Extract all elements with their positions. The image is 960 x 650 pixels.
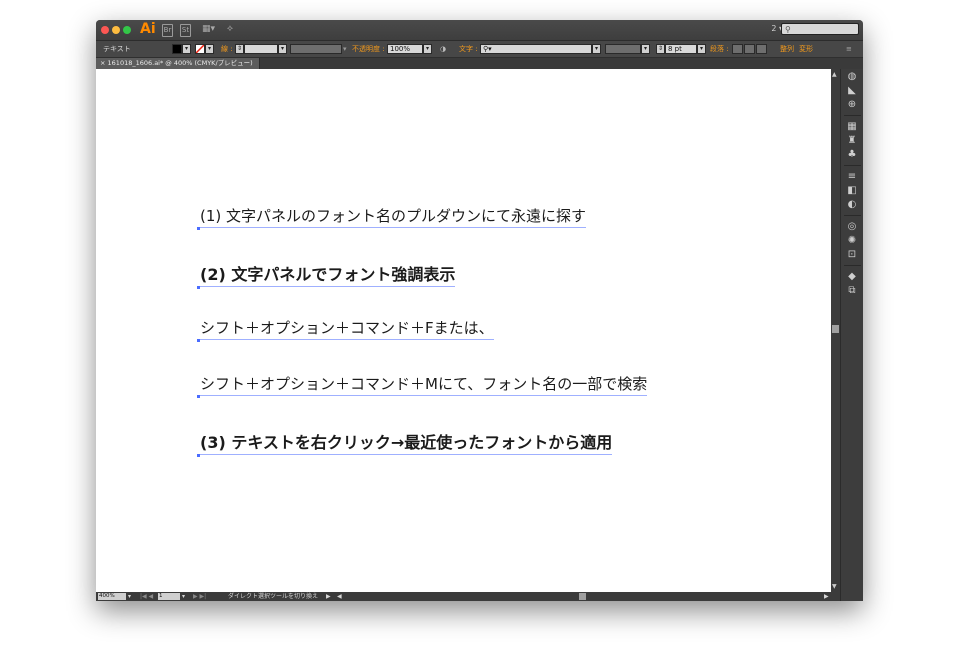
- stroke-swatch[interactable]: [195, 44, 205, 54]
- stroke-dropdown[interactable]: ▾: [205, 44, 214, 54]
- libraries-icon[interactable]: ◣: [846, 85, 858, 97]
- appearance-icon[interactable]: ◎: [846, 221, 858, 233]
- layers-icon[interactable]: ◆: [846, 271, 858, 283]
- text-line-4[interactable]: シフト＋オプション＋コマンド＋Mにて、フォント名の一部で検索: [197, 373, 648, 398]
- zoom-window-button[interactable]: [123, 26, 131, 34]
- hscroll-left-icon[interactable]: ◀: [337, 592, 342, 601]
- align-center-button[interactable]: [744, 44, 755, 54]
- first-artboard-button[interactable]: |◀ ◀: [140, 592, 153, 601]
- gpu-performance-icon[interactable]: ⟡: [227, 24, 241, 35]
- arrange-documents-icon[interactable]: ▦▾: [202, 24, 220, 35]
- opacity-input[interactable]: 100%: [387, 44, 423, 54]
- text-line-3[interactable]: シフト＋オプション＋コマンド＋Fまたは、: [197, 317, 494, 342]
- gradient-icon[interactable]: ◧: [846, 185, 858, 197]
- text-line-5-content: (3) テキストを右クリック→最近使ったフォントから適用: [200, 433, 613, 452]
- stroke-weight-stepper[interactable]: ⇕: [235, 44, 244, 54]
- stroke-label: 線 :: [221, 45, 233, 53]
- text-line-2[interactable]: (2) 文字パネルでフォント強調表示: [197, 261, 456, 289]
- panel-dock: ◍ ◣ ⊕ ▦ ♜ ♣ ≡ ◧ ◐ ◎ ✺ ⊡ ◆ ⧉: [840, 69, 863, 601]
- status-tool-hint: ダイレクト選択ツールを切り換え: [228, 593, 319, 600]
- search-field[interactable]: ⚲: [781, 23, 859, 35]
- status-menu-arrow[interactable]: ▶: [326, 592, 331, 601]
- illustrator-window: Ai Br St ▦▾ ⟡ 2 ▾ ⚲ テキスト ▾ ▾ 線 : ⇕ ▾ ▾ 不…: [96, 20, 863, 601]
- none-stroke-icon: [196, 45, 204, 53]
- font-style-input[interactable]: [605, 44, 641, 54]
- opacity-label: 不透明度 :: [352, 45, 385, 53]
- fill-swatch[interactable]: [172, 44, 182, 54]
- variable-width-profile[interactable]: [290, 44, 342, 54]
- fill-dropdown[interactable]: ▾: [182, 44, 191, 54]
- title-bar: Ai Br St ▦▾ ⟡ 2 ▾ ⚲: [96, 20, 863, 41]
- vertical-scrollbar[interactable]: ▲ ▼: [831, 69, 840, 592]
- align-left-button[interactable]: [732, 44, 743, 54]
- object-type-label: テキスト: [103, 45, 131, 53]
- hscroll-right-icon[interactable]: ▶: [824, 592, 829, 601]
- status-bar: 400% ▾ |◀ ◀ 1 ▾ ▶ ▶| ダイレクト選択ツールを切り換え ▶ ◀…: [96, 592, 840, 601]
- font-size-dropdown[interactable]: ▾: [697, 44, 706, 54]
- character-label: 文字 :: [459, 45, 478, 53]
- scroll-thumb[interactable]: [832, 325, 839, 333]
- align-panel-link[interactable]: 整列: [780, 44, 794, 54]
- search-icon: ⚲: [785, 25, 791, 34]
- text-line-1[interactable]: (1) 文字パネルのフォント名のプルダウンにて永遠に探す: [197, 205, 587, 230]
- scroll-up-icon[interactable]: ▲: [832, 71, 837, 78]
- paragraph-label: 段落 :: [710, 45, 729, 53]
- color-guide-icon[interactable]: ◍: [846, 71, 858, 83]
- transparency-icon[interactable]: ◐: [846, 199, 858, 211]
- document-tab[interactable]: × 161018_1606.ai* @ 400% (CMYK/プレビュー): [96, 58, 260, 69]
- text-line-1-content: (1) 文字パネルのフォント名のプルダウンにて永遠に探す: [200, 207, 587, 225]
- stroke-weight-input[interactable]: [244, 44, 278, 54]
- next-artboard-button[interactable]: ▶ ▶|: [193, 592, 206, 601]
- stroke-panel-icon[interactable]: ≡: [846, 171, 858, 183]
- close-window-button[interactable]: [101, 26, 109, 34]
- font-size-input[interactable]: 8 pt: [665, 44, 697, 54]
- document-tab-title: 161018_1606.ai* @ 400% (CMYK/プレビュー): [107, 59, 253, 67]
- zoom-level-field[interactable]: 400%: [98, 593, 126, 600]
- recolor-icon[interactable]: ◑: [440, 44, 446, 54]
- artboard-number-field[interactable]: 1: [158, 593, 180, 600]
- zoom-dropdown[interactable]: ▾: [128, 592, 131, 601]
- bridge-icon[interactable]: Br: [162, 24, 173, 37]
- document-tab-bar: × 161018_1606.ai* @ 400% (CMYK/プレビュー): [96, 58, 863, 69]
- align-right-button[interactable]: [756, 44, 767, 54]
- font-family-input[interactable]: ⚲▾: [480, 44, 592, 54]
- artboard-canvas[interactable]: (1) 文字パネルのフォント名のプルダウンにて永遠に探す (2) 文字パネルでフ…: [96, 69, 831, 592]
- profile-dropdown-arrow[interactable]: ▾: [343, 44, 347, 54]
- hscroll-thumb[interactable]: [579, 593, 586, 600]
- control-bar: テキスト ▾ ▾ 線 : ⇕ ▾ ▾ 不透明度 : 100% ▾ ◑ 文字 : …: [96, 41, 863, 58]
- opacity-dropdown[interactable]: ▾: [423, 44, 432, 54]
- font-style-dropdown[interactable]: ▾: [641, 44, 650, 54]
- text-line-3-content: シフト＋オプション＋コマンド＋Fまたは、: [200, 319, 494, 337]
- scroll-down-icon[interactable]: ▼: [832, 583, 837, 590]
- stock-icon[interactable]: St: [180, 24, 191, 37]
- text-line-5[interactable]: (3) テキストを右クリック→最近使ったフォントから適用: [197, 429, 613, 457]
- close-tab-icon[interactable]: ×: [100, 59, 105, 67]
- artboards-icon[interactable]: ⧉: [846, 285, 858, 297]
- stroke-weight-dropdown[interactable]: ▾: [278, 44, 287, 54]
- app-logo: Ai: [140, 21, 156, 37]
- font-family-dropdown[interactable]: ▾: [592, 44, 601, 54]
- control-bar-menu-icon[interactable]: ≡: [846, 44, 852, 54]
- artboard-dropdown[interactable]: ▾: [182, 592, 185, 601]
- text-line-4-content: シフト＋オプション＋コマンド＋Mにて、フォント名の一部で検索: [200, 375, 648, 393]
- font-size-stepper[interactable]: ⇕: [656, 44, 665, 54]
- graphic-styles-icon[interactable]: ✺: [846, 235, 858, 247]
- symbols-icon[interactable]: ♣: [846, 149, 858, 161]
- transform-panel-link[interactable]: 変形: [799, 44, 813, 54]
- swatches-icon[interactable]: ▦: [846, 121, 858, 133]
- asset-export-icon[interactable]: ⊡: [846, 249, 858, 261]
- css-properties-icon[interactable]: ⊕: [846, 99, 858, 111]
- brushes-icon[interactable]: ♜: [846, 135, 858, 147]
- minimize-window-button[interactable]: [112, 26, 120, 34]
- text-line-2-content: (2) 文字パネルでフォント強調表示: [200, 265, 456, 284]
